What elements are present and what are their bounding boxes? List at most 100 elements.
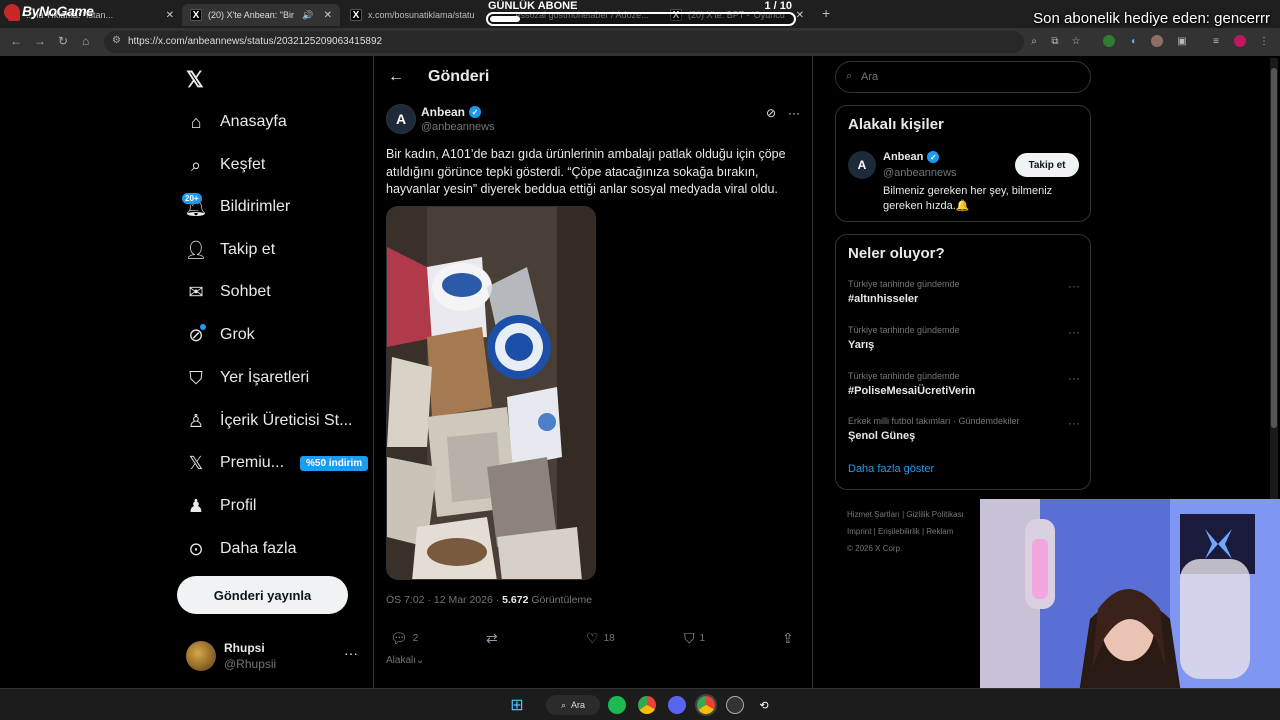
profile-icon: ♟	[187, 495, 205, 516]
more-dots-icon[interactable]: ···	[344, 645, 358, 661]
browser-tab[interactable]: X x.com/bosunatiklama/status/20...	[342, 4, 482, 26]
account-switcher[interactable]: Rhupsi @Rhupsii ···	[186, 639, 358, 671]
related-dropdown[interactable]: Alakalı⌄	[386, 655, 424, 666]
post-timestamp[interactable]: ÖS 7:02 · 12 Mar 2026 ·	[386, 594, 502, 606]
obs-icon[interactable]	[726, 696, 744, 714]
nav-label: Yer İşaretleri	[220, 369, 310, 386]
more-dots-icon[interactable]: ···	[788, 106, 800, 120]
nav-more[interactable]: ⊙ Daha fazla	[186, 534, 296, 564]
trend-name: Şenol Güneş	[848, 430, 916, 442]
related-avatar[interactable]: A	[848, 151, 876, 179]
nav-bookmarks[interactable]: ⛉ Yer İşaretleri	[186, 363, 309, 393]
close-icon[interactable]: ✕	[324, 10, 332, 21]
extensions-icon[interactable]: ▣	[1176, 35, 1188, 47]
search-input[interactable]: ⌕ Ara	[835, 61, 1091, 93]
taskbar-search[interactable]: ⌕ Ara	[546, 695, 600, 715]
url-field[interactable]: ⚙ https://x.com/anbeannews/status/203212…	[104, 31, 1024, 53]
x-logo-icon[interactable]: 𝕏	[186, 67, 204, 93]
zoom-icon[interactable]: ⌕	[1028, 35, 1040, 47]
close-icon[interactable]: ✕	[796, 10, 804, 21]
spotify-icon[interactable]	[608, 696, 626, 714]
trend-item[interactable]: Türkiye tarihinde gündemde Yarış ···	[848, 325, 1080, 351]
show-more-link[interactable]: Daha fazla göster	[848, 463, 934, 475]
post-image[interactable]	[386, 206, 596, 580]
nav-label: İçerik Üreticisi St...	[220, 412, 353, 429]
star-icon[interactable]: ☆	[1070, 35, 1082, 47]
home-icon[interactable]: ⌂	[82, 34, 89, 48]
grok-explain-icon[interactable]: ⊘	[766, 106, 776, 120]
heart-icon: ♡	[586, 630, 599, 646]
follow-button[interactable]: Takip et	[1015, 153, 1079, 177]
reading-list-icon[interactable]: ≡	[1210, 35, 1222, 47]
repost-button[interactable]: ⇄	[486, 630, 498, 647]
view-count: 5.672	[502, 594, 529, 606]
forward-arrow-icon[interactable]: →	[34, 34, 46, 48]
author-name[interactable]: Anbean ✓	[421, 105, 482, 119]
trend-name: Yarış	[848, 339, 875, 351]
more-dots-icon[interactable]: ···	[1068, 325, 1080, 339]
nav-follow[interactable]: 👤︎ Takip et	[184, 235, 276, 265]
trend-name: #PoliseMesaiÜcretiVerin	[848, 385, 976, 397]
more-dots-icon[interactable]: ···	[1068, 279, 1080, 293]
nav-home[interactable]: ⌂ Anasayfa	[186, 107, 287, 137]
x-premium-icon: 𝕏	[188, 452, 204, 473]
trend-item[interactable]: Türkiye tarihinde gündemde #PoliseMesaiÜ…	[848, 371, 1080, 397]
stream-logo: ByNoGame	[4, 3, 94, 21]
speaker-icon[interactable]: 🔊	[302, 10, 313, 21]
trend-item[interactable]: Türkiye tarihinde gündemde #altınhissele…	[848, 279, 1080, 305]
footer-line[interactable]: Imprint | Erişilebilirlik | Reklam	[847, 523, 987, 540]
monkey-ext-icon[interactable]	[1151, 35, 1163, 47]
follow-icon: 👤︎	[184, 239, 208, 260]
back-arrow-icon[interactable]: ←	[10, 34, 22, 48]
related-bio: Bilmeniz gereken her şey, bilmeniz gerek…	[883, 185, 1053, 212]
nav-grok[interactable]: ⊘ Grok	[186, 320, 255, 350]
more-dots-icon[interactable]: ···	[1068, 416, 1080, 430]
windows-start-icon[interactable]: ⊞	[508, 696, 526, 714]
avatar	[186, 641, 216, 671]
back-arrow-icon[interactable]: ←	[388, 68, 404, 86]
site-info-icon[interactable]: ⚙	[112, 35, 121, 46]
reply-button[interactable]: 💬︎ 2	[390, 630, 418, 647]
bookmark-button[interactable]: ⛉ 1	[684, 630, 705, 647]
nav-notifications[interactable]: 🔔︎ 20+ Bildirimler	[182, 192, 291, 222]
reload-icon[interactable]: ↻	[58, 34, 68, 48]
app-icon[interactable]: ⟲	[755, 696, 773, 714]
close-icon[interactable]: ✕	[166, 10, 174, 21]
share-icon: ⇪	[782, 630, 794, 646]
nav-label: Keşfet	[220, 156, 266, 173]
nav-creator-studio[interactable]: ♙ İçerik Üreticisi St...	[186, 406, 353, 436]
menu-dots-icon[interactable]: ⋮	[1258, 35, 1270, 47]
discord-icon[interactable]	[668, 696, 686, 714]
like-button[interactable]: ♡ 18	[586, 630, 615, 647]
nav-profile[interactable]: ♟ Profil	[186, 491, 257, 521]
premium-discount-tag: %50 indirim	[300, 455, 369, 471]
chrome-active-icon[interactable]	[695, 694, 717, 716]
scrollbar-thumb[interactable]	[1271, 68, 1277, 428]
nav-explore[interactable]: ⌕ Keşfet	[186, 150, 265, 180]
post-button[interactable]: Gönderi yayınla	[177, 576, 348, 614]
share-button[interactable]: ⇪	[782, 630, 794, 647]
trends-title: Neler oluyor?	[848, 245, 945, 262]
profile-avatar-icon[interactable]	[1234, 35, 1246, 47]
translate-ext-icon[interactable]: ◖	[1127, 35, 1139, 47]
search-icon: ⌕	[190, 154, 202, 175]
trend-item[interactable]: Erkek milli futbol takımları · Gündemdek…	[848, 416, 1080, 442]
author-avatar[interactable]: A	[386, 104, 416, 134]
bookmark-icon: ⛉	[684, 630, 695, 646]
shield-ext-icon[interactable]	[1103, 35, 1115, 47]
new-tab-icon[interactable]: +	[822, 5, 830, 21]
related-name[interactable]: Anbean ✓	[883, 151, 940, 163]
nav-label: Bildirimler	[220, 198, 291, 215]
footer-line[interactable]: Hizmet Şartları | Gizlilik Politikası	[847, 506, 987, 523]
more-dots-icon[interactable]: ···	[1068, 371, 1080, 385]
related-people-title: Alakalı kişiler	[848, 116, 944, 133]
install-icon[interactable]: ⧉	[1049, 35, 1061, 47]
copyright: © 2026 X Corp.	[847, 544, 903, 553]
browser-tab-active[interactable]: X (20) X'te Anbean: "Bir kadın... 🔊 ✕	[182, 4, 340, 26]
sub-goal-bar	[486, 12, 796, 26]
grok-icon: ⊘	[186, 324, 206, 345]
chrome-icon[interactable]	[638, 696, 656, 714]
nav-chat[interactable]: ✉ Sohbet	[186, 277, 270, 307]
author-handle[interactable]: @anbeannews	[421, 121, 495, 133]
nav-premium[interactable]: 𝕏 Premiu... %50 indirim	[186, 448, 369, 478]
